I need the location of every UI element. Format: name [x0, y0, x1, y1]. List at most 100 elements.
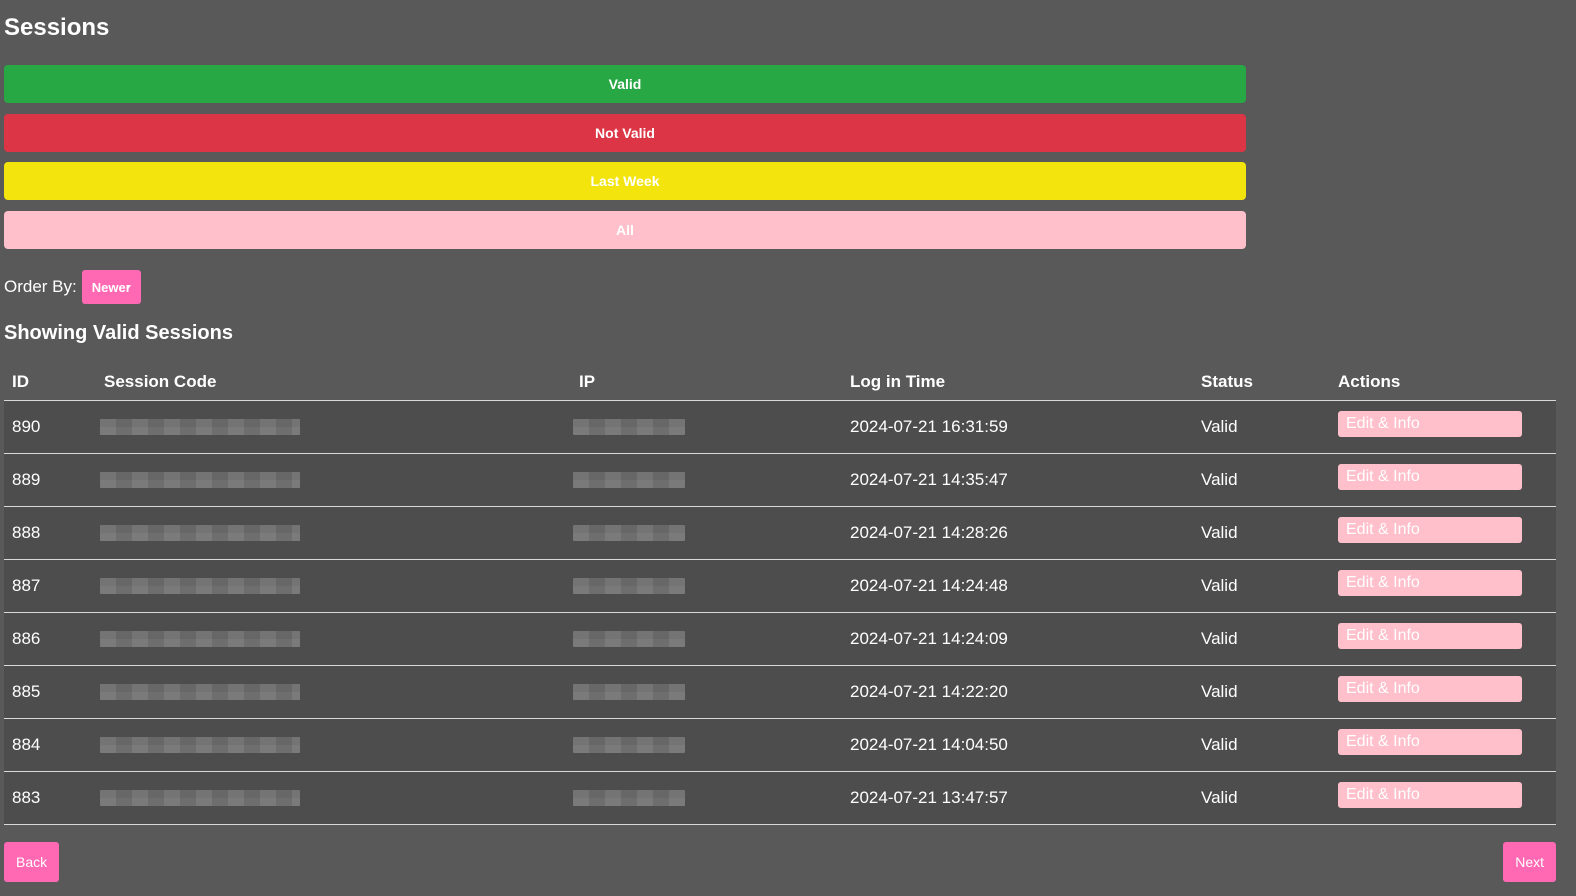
redacted-ip [573, 472, 685, 488]
cell-status: Valid [1193, 718, 1330, 772]
cell-ip [571, 771, 842, 825]
table-row: 890 2024-07-21 16:31:59 Valid Edit & Info [4, 400, 1556, 454]
cell-log-in-time: 2024-07-21 14:24:48 [842, 559, 1193, 613]
cell-id: 886 [4, 612, 96, 666]
header-status: Status [1193, 364, 1330, 401]
cell-actions: Edit & Info [1330, 506, 1556, 560]
cell-id: 889 [4, 453, 96, 507]
table-row: 886 2024-07-21 14:24:09 Valid Edit & Info [4, 612, 1556, 666]
cell-id: 885 [4, 665, 96, 719]
filter-last-week-button[interactable]: Last Week [4, 162, 1246, 200]
cell-session-code [96, 559, 571, 613]
filter-not-valid-button[interactable]: Not Valid [4, 114, 1246, 152]
cell-ip [571, 400, 842, 454]
edit-info-button[interactable]: Edit & Info [1338, 729, 1522, 755]
redacted-session-code [100, 419, 300, 435]
table-row: 884 2024-07-21 14:04:50 Valid Edit & Info [4, 718, 1556, 772]
sessions-table: ID Session Code IP Log in Time Status Ac… [4, 364, 1556, 825]
redacted-session-code [100, 578, 300, 594]
table-header-row: ID Session Code IP Log in Time Status Ac… [4, 364, 1556, 401]
redacted-ip [573, 525, 685, 541]
cell-log-in-time: 2024-07-21 14:22:20 [842, 665, 1193, 719]
cell-session-code [96, 718, 571, 772]
table-row: 887 2024-07-21 14:24:48 Valid Edit & Info [4, 559, 1556, 613]
dropdown-caret-icon: ▼ [124, 284, 132, 291]
header-session-code: Session Code [96, 364, 571, 401]
header-actions: Actions [1330, 364, 1556, 401]
cell-ip [571, 665, 842, 719]
cell-log-in-time: 2024-07-21 14:28:26 [842, 506, 1193, 560]
cell-ip [571, 506, 842, 560]
redacted-session-code [100, 790, 300, 806]
header-ip: IP [571, 364, 842, 401]
cell-ip [571, 718, 842, 772]
next-button[interactable]: Next [1503, 842, 1556, 882]
redacted-ip [573, 578, 685, 594]
edit-info-button[interactable]: Edit & Info [1338, 623, 1522, 649]
cell-status: Valid [1193, 612, 1330, 666]
filter-all-button[interactable]: All [4, 211, 1246, 249]
cell-ip [571, 612, 842, 666]
section-title: Showing Valid Sessions [4, 322, 233, 344]
cell-status: Valid [1193, 665, 1330, 719]
cell-log-in-time: 2024-07-21 14:04:50 [842, 718, 1193, 772]
redacted-ip [573, 790, 685, 806]
cell-actions: Edit & Info [1330, 771, 1556, 825]
cell-session-code [96, 506, 571, 560]
cell-status: Valid [1193, 506, 1330, 560]
redacted-ip [573, 684, 685, 700]
cell-ip [571, 559, 842, 613]
sessions-page: Sessions Valid Not Valid Last Week All O… [0, 0, 1576, 896]
edit-info-button[interactable]: Edit & Info [1338, 411, 1522, 437]
cell-log-in-time: 2024-07-21 16:31:59 [842, 400, 1193, 454]
edit-info-button[interactable]: Edit & Info [1338, 676, 1522, 702]
edit-info-button[interactable]: Edit & Info [1338, 464, 1522, 490]
header-id: ID [4, 364, 96, 401]
header-log-in-time: Log in Time [842, 364, 1193, 401]
order-by-row: Order By: Newer ▼ [4, 270, 141, 304]
cell-session-code [96, 400, 571, 454]
cell-actions: Edit & Info [1330, 665, 1556, 719]
cell-id: 887 [4, 559, 96, 613]
cell-id: 884 [4, 718, 96, 772]
cell-session-code [96, 665, 571, 719]
back-button[interactable]: Back [4, 842, 60, 882]
redacted-ip [573, 631, 685, 647]
redacted-session-code [100, 684, 300, 700]
cell-session-code [96, 612, 571, 666]
cell-log-in-time: 2024-07-21 14:24:09 [842, 612, 1193, 666]
cell-id: 883 [4, 771, 96, 825]
edit-info-button[interactable]: Edit & Info [1338, 782, 1522, 808]
edit-info-button[interactable]: Edit & Info [1338, 517, 1522, 543]
order-by-select[interactable]: Newer ▼ [81, 270, 141, 304]
cell-actions: Edit & Info [1330, 400, 1556, 454]
edit-info-button[interactable]: Edit & Info [1338, 570, 1522, 596]
redacted-ip [573, 419, 685, 435]
cell-actions: Edit & Info [1330, 718, 1556, 772]
table-row: 889 2024-07-21 14:35:47 Valid Edit & Info [4, 453, 1556, 507]
cell-actions: Edit & Info [1330, 559, 1556, 613]
cell-actions: Edit & Info [1330, 453, 1556, 507]
redacted-session-code [100, 737, 300, 753]
order-by-label: Order By: [4, 277, 77, 296]
cell-log-in-time: 2024-07-21 13:47:57 [842, 771, 1193, 825]
redacted-session-code [100, 631, 300, 647]
cell-id: 888 [4, 506, 96, 560]
cell-status: Valid [1193, 559, 1330, 613]
table-row: 883 2024-07-21 13:47:57 Valid Edit & Info [4, 771, 1556, 825]
redacted-ip [573, 737, 685, 753]
redacted-session-code [100, 472, 300, 488]
redacted-session-code [100, 525, 300, 541]
table-row: 888 2024-07-21 14:28:26 Valid Edit & Info [4, 506, 1556, 560]
cell-session-code [96, 453, 571, 507]
cell-log-in-time: 2024-07-21 14:35:47 [842, 453, 1193, 507]
page-title: Sessions [4, 14, 110, 41]
cell-status: Valid [1193, 771, 1330, 825]
table-row: 885 2024-07-21 14:22:20 Valid Edit & Info [4, 665, 1556, 719]
filter-valid-button[interactable]: Valid [4, 65, 1246, 103]
cell-ip [571, 453, 842, 507]
cell-status: Valid [1193, 400, 1330, 454]
cell-id: 890 [4, 400, 96, 454]
cell-status: Valid [1193, 453, 1330, 507]
cell-session-code [96, 771, 571, 825]
